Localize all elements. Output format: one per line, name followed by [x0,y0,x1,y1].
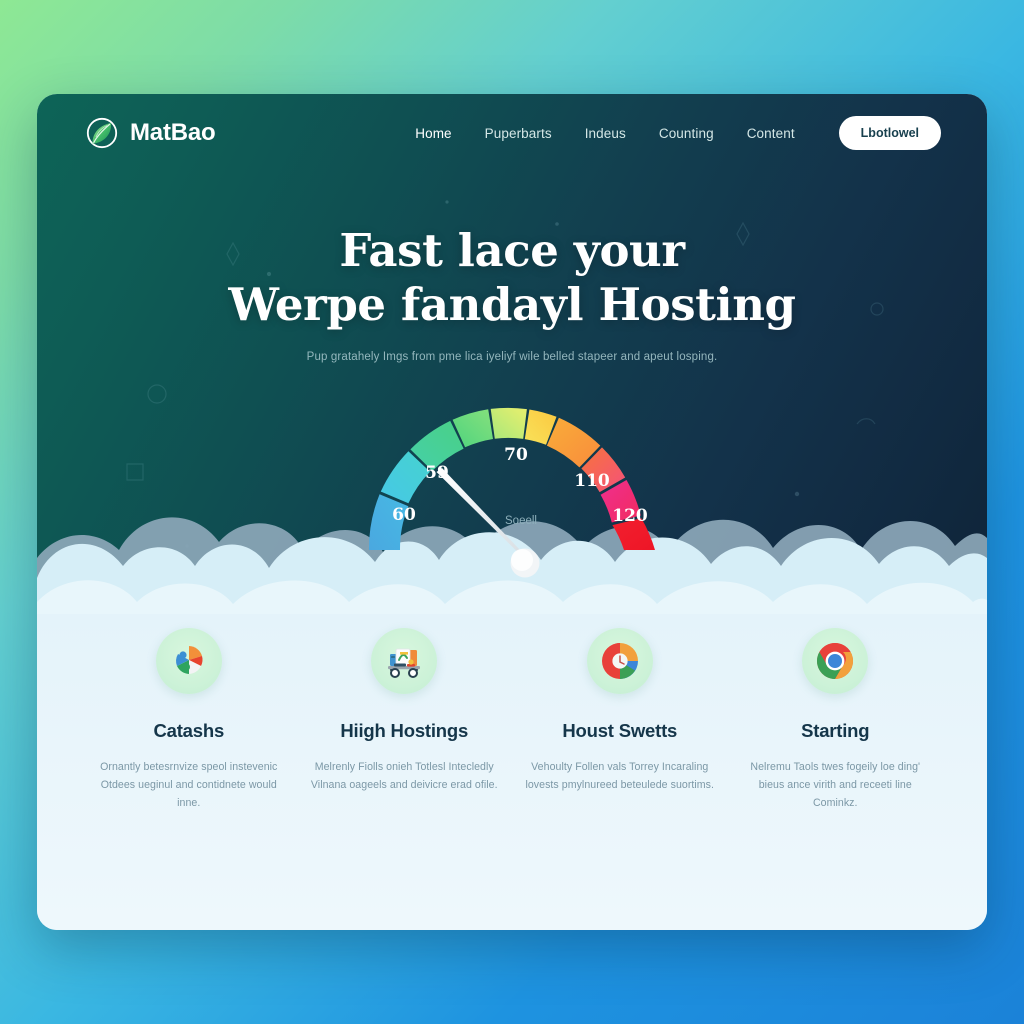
hero-title-line-1: Fast lace your [339,224,685,277]
feature-icon-ring-1 [155,628,222,694]
hero-section: MatBao Home Puperbarts Indeus Counting C… [37,94,987,614]
navbar: MatBao Home Puperbarts Indeus Counting C… [37,94,987,172]
nav-links: Home Puperbarts Indeus Counting Content … [415,116,941,150]
gauge-tick-60: 60 [392,505,416,525]
gauge-svg: 60 59 70 110 120 Soeell [368,407,655,578]
brand-logo-group[interactable]: MatBao [85,116,216,150]
nav-link-home[interactable]: Home [415,126,451,141]
delivery-cart-icon [388,648,421,678]
hero-subtitle: Pup gratahely Imgs from pme lica iyeliyf… [306,351,718,363]
page-card: MatBao Home Puperbarts Indeus Counting C… [37,94,987,930]
features-section: Catashs Ornantly betesrnvize speol inste… [37,614,987,930]
feature-card-hiigh-hostings[interactable]: Hiigh Hostings Melrenly Fiolls onieh Tot… [297,628,513,794]
speed-gauge-chart: 60 59 70 110 120 Soeell [332,387,692,587]
feature-desc-3: Vehoulty Follen vals Torrey Incaraling l… [525,761,715,792]
pie-chart-icon [175,646,203,674]
google-g-icon [601,643,638,679]
feature-card-catashs[interactable]: Catashs Ornantly betesrnvize speol inste… [81,628,297,813]
feature-title-1: Catashs [153,720,225,741]
feature-title-3: Houst Swetts [562,720,678,741]
nav-link-indeus[interactable]: Indeus [585,126,626,141]
feature-icon-ring-4 [802,628,869,694]
hero-copy: Fast lace your Werpe fandayl Hosting Pup… [37,224,987,363]
feature-desc-4: Nelremu Taols twes fogeily loe ding' bie… [750,761,921,810]
gauge-center-label: Soeell [505,515,537,527]
feature-icon-ring-2 [371,628,438,694]
nav-link-content[interactable]: Content [747,126,795,141]
feature-title-2: Hiigh Hostings [340,720,469,741]
feature-card-houst-swetts[interactable]: Houst Swetts Vehoulty Follen vals Torrey… [512,628,728,794]
page-title: Fast lace your Werpe fandayl Hosting [97,224,927,332]
brand-name: MatBao [130,119,216,146]
hero-title-line-2: Werpe fandayl Hosting [228,278,796,331]
nav-cta-button[interactable]: Lbotlowel [838,116,941,150]
gauge-tick-120: 120 [612,506,648,526]
feature-icon-ring-3 [586,628,653,694]
feature-card-starting[interactable]: Starting Nelremu Taols twes fogeily loe … [728,628,944,813]
gauge-bands [368,407,655,550]
nav-link-puperbarts[interactable]: Puperbarts [485,126,552,141]
feature-title-4: Starting [801,720,870,741]
gauge-tick-110: 110 [574,471,610,491]
feature-desc-1: Ornantly betesrnvize speol instevenic Ot… [100,761,278,810]
feature-desc-2: Melrenly Fiolls onieh Totlesl Intecledly… [310,761,498,792]
nav-link-counting[interactable]: Counting [659,126,714,141]
chrome-icon [817,643,854,679]
leaf-globe-icon [86,117,118,149]
gauge-tick-70: 70 [504,445,528,465]
